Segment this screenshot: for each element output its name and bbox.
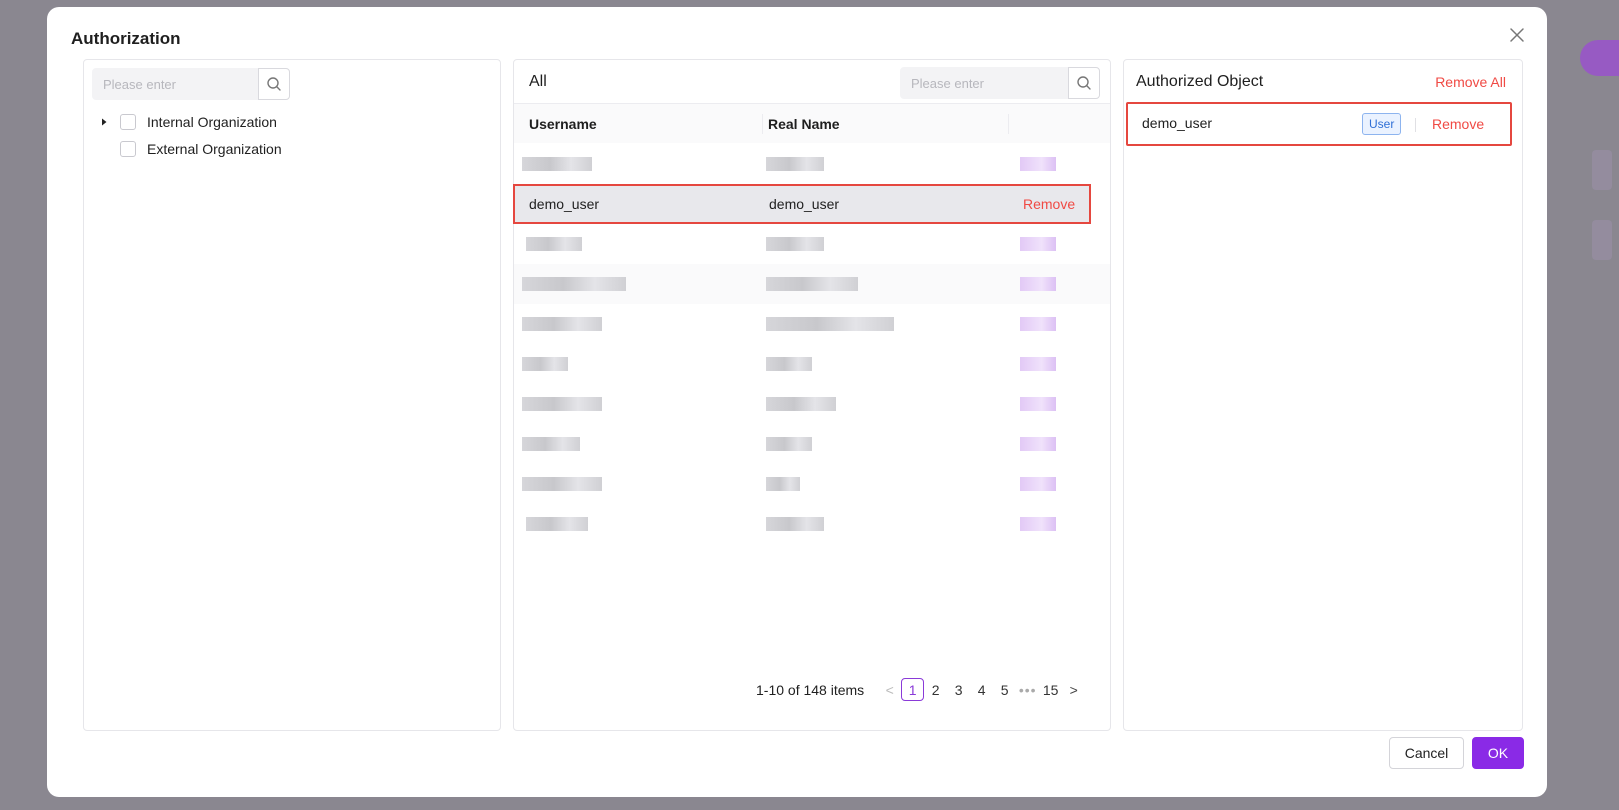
table-row[interactable] bbox=[514, 464, 1110, 504]
page-4[interactable]: 4 bbox=[970, 678, 993, 701]
remove-link[interactable]: Remove bbox=[1023, 196, 1075, 212]
redacted-action bbox=[1020, 157, 1056, 171]
table-row[interactable] bbox=[514, 224, 1110, 264]
page-2[interactable]: 2 bbox=[924, 678, 947, 701]
organization-tree-panel: Please enter Internal Organization Exter… bbox=[83, 59, 501, 731]
redacted-username bbox=[522, 157, 592, 171]
divider bbox=[1415, 118, 1416, 132]
tree-node-label: Internal Organization bbox=[147, 114, 277, 130]
tree-node-external[interactable]: External Organization bbox=[98, 141, 282, 157]
page-ellipsis[interactable]: ••• bbox=[1016, 678, 1039, 701]
cancel-button[interactable]: Cancel bbox=[1389, 737, 1464, 769]
tree-node-internal[interactable]: Internal Organization bbox=[98, 114, 277, 130]
page-5[interactable]: 5 bbox=[993, 678, 1016, 701]
caret-right-icon[interactable] bbox=[98, 116, 110, 128]
tree-search-input[interactable]: Please enter bbox=[92, 68, 258, 100]
remove-all-button[interactable]: Remove All bbox=[1435, 74, 1506, 90]
close-icon[interactable] bbox=[1507, 25, 1527, 45]
table-row[interactable] bbox=[514, 384, 1110, 424]
background-blur bbox=[1592, 220, 1612, 260]
remove-authorized-button[interactable]: Remove bbox=[1432, 116, 1484, 132]
authorized-item: demo_user User Remove bbox=[1126, 102, 1512, 146]
background-blur bbox=[1592, 150, 1612, 190]
column-divider bbox=[1008, 114, 1009, 134]
table-header: Username Real Name bbox=[514, 103, 1110, 143]
search-icon[interactable] bbox=[1068, 67, 1100, 99]
user-search: Please enter bbox=[900, 67, 1100, 99]
table-row[interactable] bbox=[514, 144, 1110, 184]
real-name-cell: demo_user bbox=[769, 196, 840, 212]
next-page-button[interactable]: > bbox=[1062, 678, 1085, 701]
type-tag: User bbox=[1362, 113, 1402, 135]
page-15[interactable]: 15 bbox=[1039, 678, 1062, 701]
table-row[interactable] bbox=[514, 264, 1110, 304]
checkbox[interactable] bbox=[120, 114, 136, 130]
table-row-selected[interactable]: demo_user demo_user Remove bbox=[513, 184, 1091, 224]
pagination-total: 1-10 of 148 items bbox=[756, 681, 865, 698]
tree-search: Please enter bbox=[92, 68, 290, 100]
prev-page-button[interactable]: < bbox=[878, 678, 901, 701]
ok-button[interactable]: OK bbox=[1472, 737, 1524, 769]
checkbox[interactable] bbox=[120, 141, 136, 157]
table-row[interactable] bbox=[514, 304, 1110, 344]
authorization-modal: Authorization Please enter Internal Orga… bbox=[47, 7, 1547, 797]
user-search-input[interactable]: Please enter bbox=[900, 67, 1068, 99]
pagination: 1-10 of 148 items < 1 2 3 4 5 ••• 15 > bbox=[756, 678, 1085, 701]
page-1[interactable]: 1 bbox=[901, 678, 925, 701]
authorized-objects-panel: Authorized Object Remove All demo_user U… bbox=[1123, 59, 1523, 731]
user-list-panel: All Please enter Username Real Name demo… bbox=[513, 59, 1111, 731]
column-username: Username bbox=[529, 116, 597, 132]
table-row[interactable] bbox=[514, 424, 1110, 464]
table-row[interactable] bbox=[514, 504, 1110, 544]
modal-title: Authorization bbox=[71, 29, 181, 48]
username-cell: demo_user bbox=[529, 196, 600, 212]
authorized-item-name: demo_user bbox=[1142, 115, 1213, 131]
column-divider bbox=[762, 114, 763, 134]
redacted-real-name bbox=[766, 157, 824, 171]
table-row[interactable] bbox=[514, 344, 1110, 384]
search-icon[interactable] bbox=[258, 68, 290, 100]
panel-title: Authorized Object bbox=[1136, 73, 1264, 90]
panel-title: All bbox=[529, 73, 547, 90]
column-real-name: Real Name bbox=[768, 116, 840, 132]
page-3[interactable]: 3 bbox=[947, 678, 970, 701]
background-pill bbox=[1580, 40, 1619, 76]
tree-node-label: External Organization bbox=[147, 141, 282, 157]
